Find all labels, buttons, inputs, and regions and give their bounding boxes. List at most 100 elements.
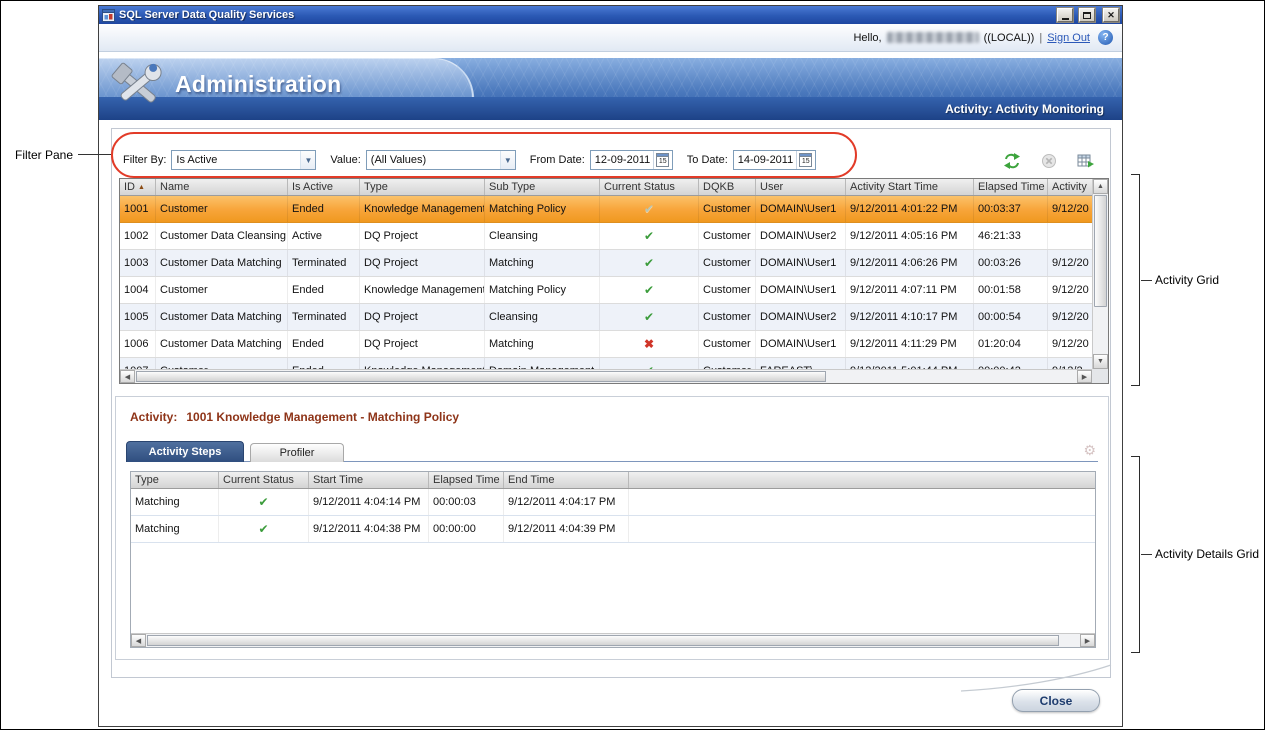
column-header-type[interactable]: Type (360, 179, 485, 195)
cell-elapsed: 00:01:58 (974, 277, 1048, 303)
cell-end (1048, 223, 1092, 249)
sign-out-link[interactable]: Sign Out (1047, 32, 1090, 44)
details-title-label: Activity: (130, 410, 177, 424)
column-header-start_time[interactable]: Activity Start Time (846, 179, 974, 195)
cell-sub_type: Matching (485, 250, 600, 276)
cell-is_active: Active (288, 223, 360, 249)
tab-activity-steps[interactable]: Activity Steps (126, 441, 244, 462)
export-to-excel-button[interactable] (1076, 152, 1096, 170)
activity-step-row-2[interactable]: Matching✔9/12/2011 4:04:38 PM00:00:009/1… (131, 516, 1095, 543)
value-label: Value: (330, 154, 360, 166)
scroll-down-arrow-icon[interactable]: ▼ (1093, 354, 1108, 369)
cell-sub_type: Matching (485, 331, 600, 357)
activity-row-1001[interactable]: 1001CustomerEndedKnowledge ManagementMat… (120, 196, 1092, 223)
app-icon (102, 9, 115, 22)
cell-sub_type: Cleansing (485, 223, 600, 249)
column-header-id[interactable]: ID▲ (120, 179, 156, 195)
status-success-icon: ✔ (644, 257, 654, 269)
cell-dqkb: Customer (699, 223, 756, 249)
close-window-button[interactable]: ✕ (1103, 8, 1119, 22)
details-horizontal-scroll-thumb[interactable] (147, 635, 1059, 646)
activity-row-1003[interactable]: 1003Customer Data MatchingTerminatedDQ P… (120, 250, 1092, 277)
from-date-field[interactable]: 12-09-2011 15 (590, 150, 673, 170)
cell-type: DQ Project (360, 304, 485, 330)
column-header-start[interactable]: Start Time (309, 472, 429, 488)
annotation-activity-details-grid: Activity Details Grid (1155, 547, 1259, 561)
tab-profiler[interactable]: Profiler (250, 443, 344, 462)
scroll-left-arrow-icon[interactable]: ◀ (131, 634, 146, 647)
horizontal-scrollbar[interactable]: ◀ ▶ (120, 369, 1092, 383)
column-header-type[interactable]: Type (131, 472, 219, 488)
activity-details-panel: Activity: 1001 Knowledge Management - Mat… (115, 396, 1109, 660)
vertical-scrollbar[interactable]: ▲ ▼ (1092, 179, 1108, 369)
column-header-is_active[interactable]: Is Active (288, 179, 360, 195)
cell-user: DOMAIN\User1 (756, 196, 846, 222)
filter-by-select[interactable]: Is Active ▼ (171, 150, 316, 170)
activity-row-1006[interactable]: 1006Customer Data MatchingEndedDQ Projec… (120, 331, 1092, 358)
cell-type: Knowledge Management (360, 196, 485, 222)
scroll-right-arrow-icon[interactable]: ▶ (1077, 370, 1092, 383)
cell-id: 1004 (120, 277, 156, 303)
cell-dqkb: Customer (699, 196, 756, 222)
column-header-status[interactable]: Current Status (600, 179, 699, 195)
filter-by-value: Is Active (172, 154, 300, 166)
cell-name: Customer (156, 358, 288, 369)
scroll-left-arrow-icon[interactable]: ◀ (120, 370, 135, 383)
maximize-icon (1083, 12, 1091, 19)
cell-id: 1005 (120, 304, 156, 330)
column-header-status[interactable]: Current Status (219, 472, 309, 488)
column-header-elapsed[interactable]: Elapsed Time (974, 179, 1048, 195)
minimize-button[interactable] (1057, 8, 1073, 22)
cell-end: 9/12/20 (1048, 196, 1092, 222)
column-header-sub_type[interactable]: Sub Type (485, 179, 600, 195)
refresh-button[interactable] (1002, 152, 1022, 170)
refresh-icon (1003, 153, 1021, 169)
column-header-end[interactable]: End Time (504, 472, 629, 488)
chevron-down-icon: ▼ (300, 151, 315, 169)
column-header-elapsed[interactable]: Elapsed Time (429, 472, 504, 488)
details-title-value: 1001 Knowledge Management - Matching Pol… (186, 410, 459, 424)
activity-row-1004[interactable]: 1004CustomerEndedKnowledge ManagementMat… (120, 277, 1092, 304)
column-header-user[interactable]: User (756, 179, 846, 195)
separator: | (1039, 32, 1042, 44)
to-date-calendar-button[interactable]: 15 (796, 151, 815, 169)
cell-user: DOMAIN\User1 (756, 277, 846, 303)
vertical-scroll-thumb[interactable] (1094, 195, 1107, 307)
export-to-excel-icon (1077, 153, 1095, 169)
details-grid-header: TypeCurrent StatusStart TimeElapsed Time… (131, 472, 1095, 489)
horizontal-scroll-thumb[interactable] (136, 371, 826, 382)
cell-end: 9/12/2011 4:04:17 PM (504, 489, 629, 515)
close-button[interactable]: Close (1012, 689, 1100, 712)
details-grid-body: Matching✔9/12/2011 4:04:14 PM00:00:039/1… (131, 489, 1095, 543)
scroll-right-arrow-icon[interactable]: ▶ (1080, 634, 1095, 647)
status-success-icon: ✔ (258, 523, 268, 535)
column-header-dqkb[interactable]: DQKB (699, 179, 756, 195)
cell-start_time: 9/12/2011 4:05:16 PM (846, 223, 974, 249)
activity-row-1005[interactable]: 1005Customer Data MatchingTerminatedDQ P… (120, 304, 1092, 331)
from-date-calendar-button[interactable]: 15 (653, 151, 672, 169)
cell-is_active: Terminated (288, 250, 360, 276)
cell-name: Customer Data Cleansing (156, 223, 288, 249)
cell-is_active: Ended (288, 277, 360, 303)
title-bar[interactable]: SQL Server Data Quality Services ✕ (99, 6, 1122, 24)
footer-decorative-curve (961, 664, 1113, 692)
details-horizontal-scrollbar[interactable]: ◀ ▶ (131, 633, 1095, 647)
activity-row-1002[interactable]: 1002Customer Data CleansingActiveDQ Proj… (120, 223, 1092, 250)
cell-user: DOMAIN\User2 (756, 223, 846, 249)
value-select[interactable]: (All Values) ▼ (366, 150, 516, 170)
activity-grid-header: ID▲NameIs ActiveTypeSub TypeCurrent Stat… (120, 179, 1092, 196)
cell-elapsed: 00:03:26 (974, 250, 1048, 276)
to-date-field[interactable]: 14-09-2011 15 (733, 150, 816, 170)
session-bar: Hello, ((LOCAL)) | Sign Out ? (99, 24, 1122, 52)
terminate-activity-button (1039, 152, 1059, 170)
scroll-up-arrow-icon[interactable]: ▲ (1093, 179, 1108, 194)
column-header-name[interactable]: Name (156, 179, 288, 195)
cell-status: ✔ (219, 516, 309, 542)
cell-end: 9/12/20 (1048, 277, 1092, 303)
help-icon[interactable]: ? (1098, 30, 1113, 45)
maximize-button[interactable] (1079, 8, 1095, 22)
activity-row-1007[interactable]: 1007CustomerEndedKnowledge ManagementDom… (120, 358, 1092, 369)
column-header-end[interactable]: Activity (1048, 179, 1092, 195)
cell-status: ✔ (600, 223, 699, 249)
activity-step-row-1[interactable]: Matching✔9/12/2011 4:04:14 PM00:00:039/1… (131, 489, 1095, 516)
